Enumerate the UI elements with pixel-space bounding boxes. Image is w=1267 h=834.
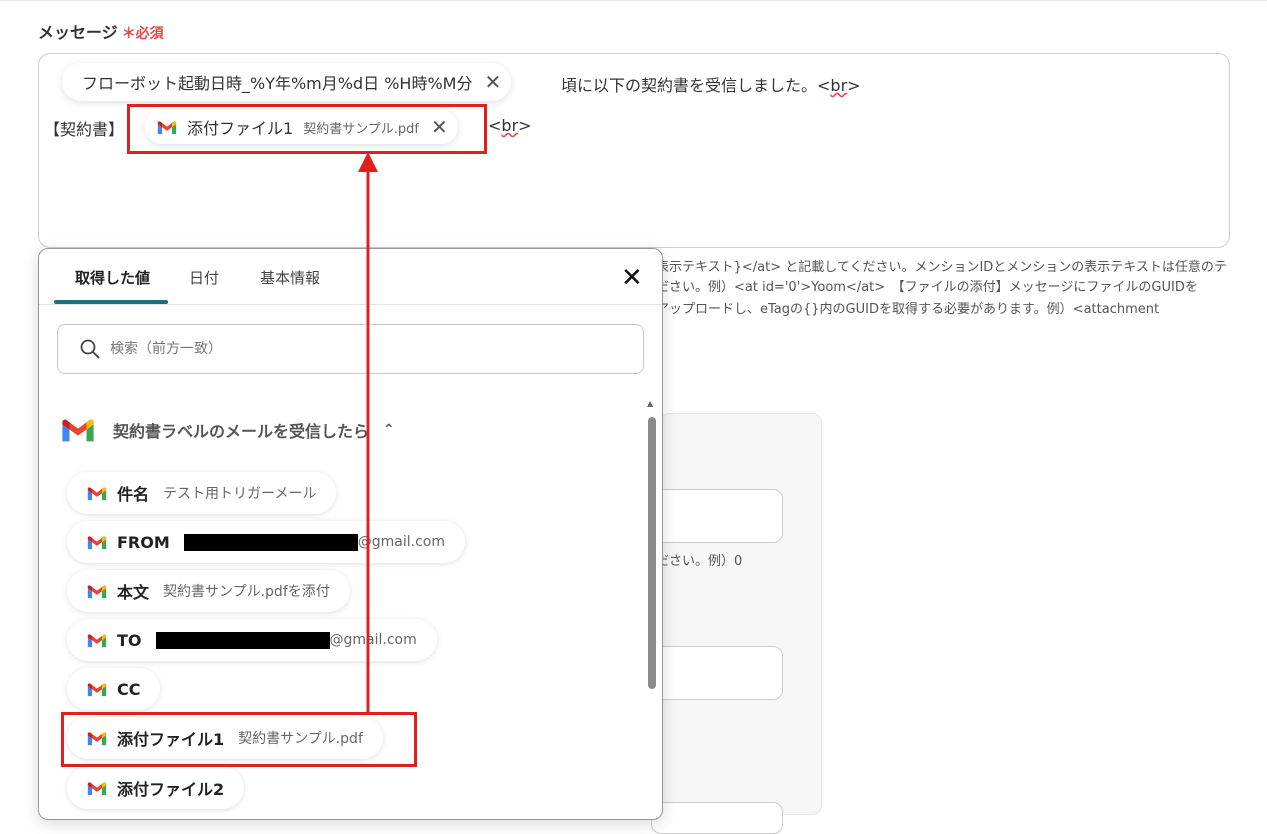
- connector-arrow: [358, 152, 378, 713]
